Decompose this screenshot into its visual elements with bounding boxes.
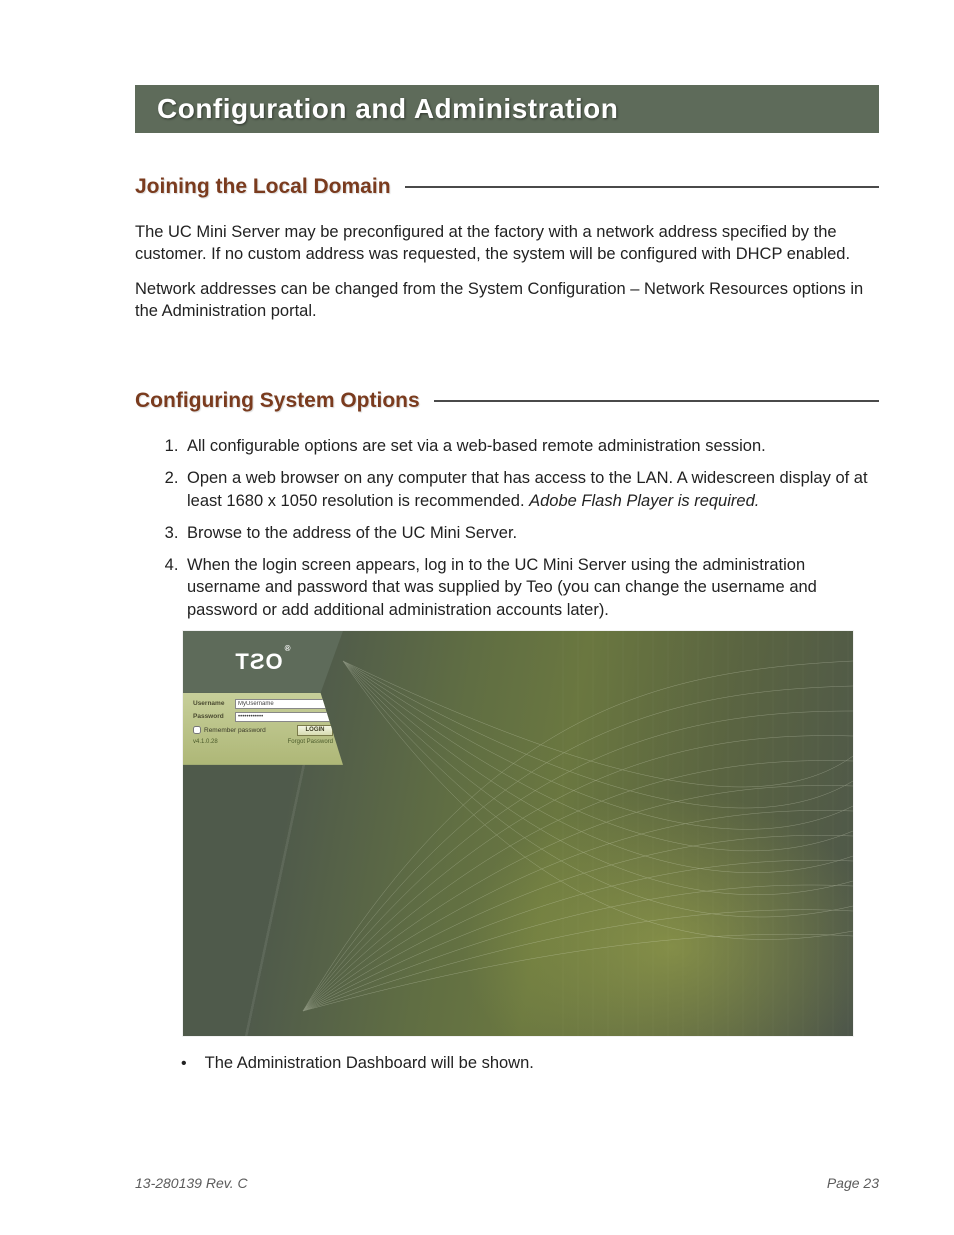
section-heading-row: Configuring System Options bbox=[135, 389, 879, 413]
footer-doc-id: 13-280139 Rev. C bbox=[135, 1175, 248, 1191]
paragraph: Network addresses can be changed from th… bbox=[135, 278, 879, 323]
list-item: Browse to the address of the UC Mini Ser… bbox=[183, 522, 879, 544]
steps-list: All configurable options are set via a w… bbox=[183, 435, 879, 621]
remember-checkbox[interactable] bbox=[193, 726, 201, 734]
section-heading-config: Configuring System Options bbox=[135, 389, 420, 413]
list-item: The Administration Dashboard will be sho… bbox=[183, 1054, 879, 1073]
username-label: Username bbox=[193, 700, 235, 707]
password-label: Password bbox=[193, 713, 235, 720]
forgot-password-link[interactable]: Forgot Password bbox=[288, 739, 333, 745]
username-input[interactable] bbox=[235, 699, 333, 709]
login-panel: Username Password Remember password LOGI… bbox=[183, 693, 343, 765]
paragraph: The UC Mini Server may be preconfigured … bbox=[135, 221, 879, 266]
section-heading-join: Joining the Local Domain bbox=[135, 175, 391, 199]
teo-logo: TƧO® bbox=[235, 649, 290, 675]
footer-page-number: Page 23 bbox=[827, 1175, 879, 1191]
logo-bar: TƧO® bbox=[183, 631, 343, 693]
heading-rule bbox=[405, 186, 879, 188]
heading-rule bbox=[434, 400, 879, 402]
login-screenshot: TƧO® Username Password Remember password… bbox=[183, 631, 853, 1036]
list-item: When the login screen appears, log in to… bbox=[183, 554, 879, 621]
section-heading-row: Joining the Local Domain bbox=[135, 175, 879, 199]
page-title-banner: Configuration and Administration bbox=[135, 85, 879, 133]
page-footer: 13-280139 Rev. C Page 23 bbox=[135, 1175, 879, 1191]
bullet-list: The Administration Dashboard will be sho… bbox=[183, 1054, 879, 1073]
page-title: Configuration and Administration bbox=[157, 93, 618, 125]
list-item: All configurable options are set via a w… bbox=[183, 435, 879, 457]
remember-label: Remember password bbox=[204, 727, 266, 734]
password-input[interactable] bbox=[235, 712, 333, 722]
list-item: Open a web browser on any computer that … bbox=[183, 467, 879, 512]
version-text: v4.1.0.28 bbox=[193, 739, 218, 745]
login-button[interactable]: LOGIN bbox=[297, 725, 333, 736]
